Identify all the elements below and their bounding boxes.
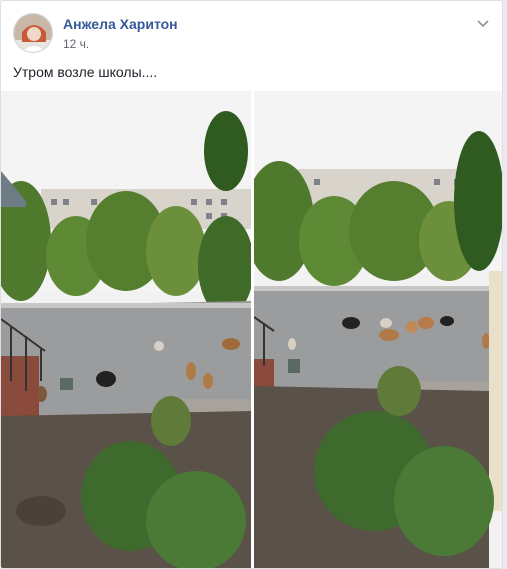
chevron-down-icon[interactable] — [475, 15, 491, 31]
photo-left[interactable] — [1, 91, 251, 568]
author-name-link[interactable]: Анжела Харитон — [63, 16, 178, 32]
photo-grid — [1, 91, 502, 568]
post-timestamp[interactable]: 12 ч. — [63, 37, 89, 51]
feed-post: Анжела Харитон 12 ч. Утром возле школы..… — [0, 0, 503, 569]
post-text: Утром возле школы.... — [13, 64, 158, 80]
post-header: Анжела Харитон 12 ч. — [13, 13, 493, 57]
photo-right[interactable] — [254, 91, 502, 568]
avatar[interactable] — [13, 13, 53, 53]
